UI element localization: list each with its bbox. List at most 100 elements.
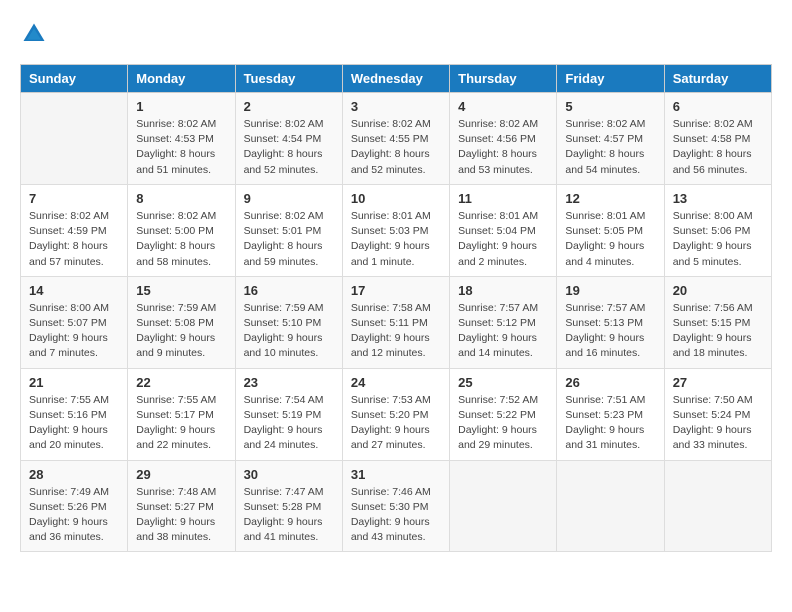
calendar-cell: 15 Sunrise: 7:59 AMSunset: 5:08 PMDayligh…	[128, 276, 235, 368]
calendar-cell: 4 Sunrise: 8:02 AMSunset: 4:56 PMDaylight…	[450, 93, 557, 185]
day-info: Sunrise: 8:02 AMSunset: 4:59 PMDaylight:…	[29, 209, 119, 270]
day-number: 13	[673, 191, 763, 206]
day-number: 12	[565, 191, 655, 206]
day-number: 2	[244, 99, 334, 114]
calendar-cell: 9Sunrise: 8:02 AMSunset: 5:01 PMDaylight…	[235, 184, 342, 276]
day-number: 1	[136, 99, 226, 114]
day-info: Sunrise: 7:52 AMSunset: 5:22 PMDaylight:…	[458, 393, 548, 454]
day-number: 4	[458, 99, 548, 114]
day-number: 21	[29, 375, 119, 390]
calendar-cell: 8 Sunrise: 8:02 AMSunset: 5:00 PMDaylight…	[128, 184, 235, 276]
calendar-cell: 1 Sunrise: 8:02 AMSunset: 4:53 PMDaylight…	[128, 93, 235, 185]
day-info: Sunrise: 8:01 AMSunset: 5:05 PMDaylight:…	[565, 209, 655, 270]
day-info: Sunrise: 7:55 AMSunset: 5:17 PMDaylight:…	[136, 393, 226, 454]
day-info: Sunrise: 8:02 AMSunset: 4:58 PMDaylight:…	[673, 117, 763, 178]
calendar-cell: 7 Sunrise: 8:02 AMSunset: 4:59 PMDaylight…	[21, 184, 128, 276]
calendar-cell: 26 Sunrise: 7:51 AMSunset: 5:23 PMDayligh…	[557, 368, 664, 460]
day-info: Sunrise: 8:00 AMSunset: 5:07 PMDaylight:…	[29, 301, 119, 362]
day-number: 31	[351, 467, 441, 482]
calendar-cell: 21 Sunrise: 7:55 AMSunset: 5:16 PMDayligh…	[21, 368, 128, 460]
calendar-cell: 10Sunrise: 8:01 AMSunset: 5:03 PMDayligh…	[342, 184, 449, 276]
header-saturday: Saturday	[664, 65, 771, 93]
day-number: 26	[565, 375, 655, 390]
calendar-cell: 28 Sunrise: 7:49 AMSunset: 5:26 PMDayligh…	[21, 460, 128, 552]
day-info: Sunrise: 7:48 AMSunset: 5:27 PMDaylight:…	[136, 485, 226, 546]
page-header	[20, 20, 772, 48]
calendar-cell: 27 Sunrise: 7:50 AMSunset: 5:24 PMDayligh…	[664, 368, 771, 460]
calendar-cell	[557, 460, 664, 552]
day-info: Sunrise: 7:50 AMSunset: 5:24 PMDaylight:…	[673, 393, 763, 454]
calendar-cell	[664, 460, 771, 552]
day-number: 11	[458, 191, 548, 206]
header-sunday: Sunday	[21, 65, 128, 93]
calendar-cell: 14Sunrise: 8:00 AMSunset: 5:07 PMDayligh…	[21, 276, 128, 368]
day-number: 18	[458, 283, 548, 298]
calendar-cell: 24 Sunrise: 7:53 AMSunset: 5:20 PMDayligh…	[342, 368, 449, 460]
day-number: 27	[673, 375, 763, 390]
day-info: Sunrise: 7:55 AMSunset: 5:16 PMDaylight:…	[29, 393, 119, 454]
calendar-cell: 19 Sunrise: 7:57 AMSunset: 5:13 PMDayligh…	[557, 276, 664, 368]
day-info: Sunrise: 7:46 AMSunset: 5:30 PMDaylight:…	[351, 485, 441, 546]
calendar-cell: 11Sunrise: 8:01 AMSunset: 5:04 PMDayligh…	[450, 184, 557, 276]
logo	[20, 20, 52, 48]
day-info: Sunrise: 7:47 AMSunset: 5:28 PMDaylight:…	[244, 485, 334, 546]
calendar-cell: 2 Sunrise: 8:02 AMSunset: 4:54 PMDaylight…	[235, 93, 342, 185]
calendar-cell: 31 Sunrise: 7:46 AMSunset: 5:30 PMDayligh…	[342, 460, 449, 552]
day-number: 20	[673, 283, 763, 298]
calendar-header-row: SundayMondayTuesdayWednesdayThursdayFrid…	[21, 65, 772, 93]
calendar-cell: 13 Sunrise: 8:00 AMSunset: 5:06 PMDayligh…	[664, 184, 771, 276]
day-number: 17	[351, 283, 441, 298]
day-info: Sunrise: 8:00 AMSunset: 5:06 PMDaylight:…	[673, 209, 763, 270]
day-number: 25	[458, 375, 548, 390]
calendar-cell: 17 Sunrise: 7:58 AMSunset: 5:11 PMDayligh…	[342, 276, 449, 368]
calendar-week-2: 7 Sunrise: 8:02 AMSunset: 4:59 PMDaylight…	[21, 184, 772, 276]
calendar-cell: 5Sunrise: 8:02 AMSunset: 4:57 PMDaylight…	[557, 93, 664, 185]
day-info: Sunrise: 7:53 AMSunset: 5:20 PMDaylight:…	[351, 393, 441, 454]
day-number: 24	[351, 375, 441, 390]
day-info: Sunrise: 7:59 AMSunset: 5:08 PMDaylight:…	[136, 301, 226, 362]
header-thursday: Thursday	[450, 65, 557, 93]
header-monday: Monday	[128, 65, 235, 93]
day-number: 8	[136, 191, 226, 206]
day-number: 23	[244, 375, 334, 390]
day-info: Sunrise: 8:02 AMSunset: 4:56 PMDaylight:…	[458, 117, 548, 178]
day-info: Sunrise: 7:51 AMSunset: 5:23 PMDaylight:…	[565, 393, 655, 454]
day-number: 28	[29, 467, 119, 482]
day-info: Sunrise: 8:02 AMSunset: 5:00 PMDaylight:…	[136, 209, 226, 270]
calendar-cell: 18 Sunrise: 7:57 AMSunset: 5:12 PMDayligh…	[450, 276, 557, 368]
day-number: 15	[136, 283, 226, 298]
day-info: Sunrise: 8:02 AMSunset: 4:54 PMDaylight:…	[244, 117, 334, 178]
day-info: Sunrise: 8:02 AMSunset: 4:57 PMDaylight:…	[565, 117, 655, 178]
calendar-cell: 6 Sunrise: 8:02 AMSunset: 4:58 PMDaylight…	[664, 93, 771, 185]
day-info: Sunrise: 7:49 AMSunset: 5:26 PMDaylight:…	[29, 485, 119, 546]
day-info: Sunrise: 8:02 AMSunset: 4:53 PMDaylight:…	[136, 117, 226, 178]
day-info: Sunrise: 7:56 AMSunset: 5:15 PMDaylight:…	[673, 301, 763, 362]
day-number: 3	[351, 99, 441, 114]
day-number: 7	[29, 191, 119, 206]
day-number: 22	[136, 375, 226, 390]
day-number: 6	[673, 99, 763, 114]
header-wednesday: Wednesday	[342, 65, 449, 93]
day-info: Sunrise: 7:54 AMSunset: 5:19 PMDaylight:…	[244, 393, 334, 454]
day-number: 10	[351, 191, 441, 206]
day-info: Sunrise: 7:59 AMSunset: 5:10 PMDaylight:…	[244, 301, 334, 362]
day-number: 30	[244, 467, 334, 482]
calendar-cell: 20 Sunrise: 7:56 AMSunset: 5:15 PMDayligh…	[664, 276, 771, 368]
day-number: 19	[565, 283, 655, 298]
day-info: Sunrise: 7:57 AMSunset: 5:13 PMDaylight:…	[565, 301, 655, 362]
header-tuesday: Tuesday	[235, 65, 342, 93]
day-number: 29	[136, 467, 226, 482]
calendar-week-4: 21 Sunrise: 7:55 AMSunset: 5:16 PMDayligh…	[21, 368, 772, 460]
calendar-cell: 30 Sunrise: 7:47 AMSunset: 5:28 PMDayligh…	[235, 460, 342, 552]
day-number: 16	[244, 283, 334, 298]
day-number: 9	[244, 191, 334, 206]
calendar-week-5: 28 Sunrise: 7:49 AMSunset: 5:26 PMDayligh…	[21, 460, 772, 552]
calendar-cell: 23 Sunrise: 7:54 AMSunset: 5:19 PMDayligh…	[235, 368, 342, 460]
calendar-cell: 22 Sunrise: 7:55 AMSunset: 5:17 PMDayligh…	[128, 368, 235, 460]
day-info: Sunrise: 7:58 AMSunset: 5:11 PMDaylight:…	[351, 301, 441, 362]
day-info: Sunrise: 7:57 AMSunset: 5:12 PMDaylight:…	[458, 301, 548, 362]
logo-icon	[20, 20, 48, 48]
calendar-cell	[21, 93, 128, 185]
calendar-cell: 29 Sunrise: 7:48 AMSunset: 5:27 PMDayligh…	[128, 460, 235, 552]
calendar-cell: 12 Sunrise: 8:01 AMSunset: 5:05 PMDayligh…	[557, 184, 664, 276]
